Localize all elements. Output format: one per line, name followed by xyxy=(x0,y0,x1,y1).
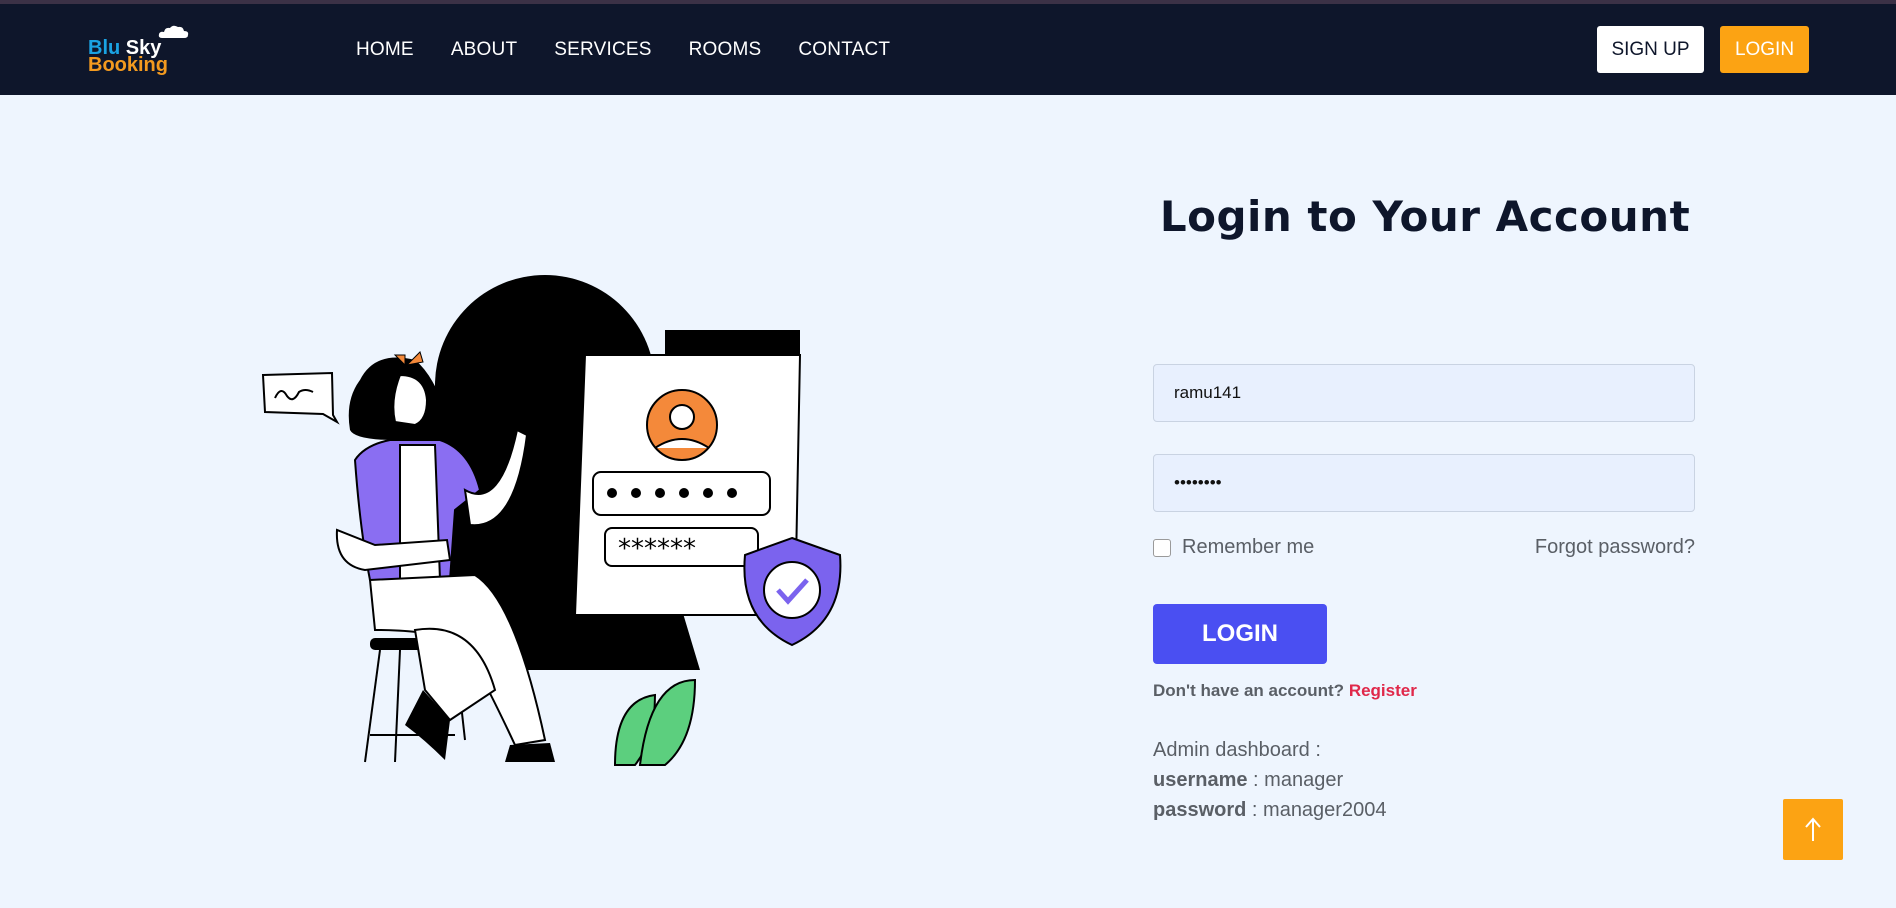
nav-services[interactable]: SERVICES xyxy=(554,39,651,61)
user-avatar-icon xyxy=(646,389,718,461)
nav-contact[interactable]: CONTACT xyxy=(798,39,890,61)
login-button[interactable]: LOGIN xyxy=(1153,604,1327,664)
header-login-button[interactable]: LOGIN xyxy=(1720,26,1809,73)
signup-button[interactable]: SIGN UP xyxy=(1597,26,1704,73)
username-field[interactable] xyxy=(1153,364,1695,422)
forgot-password-link[interactable]: Forgot password? xyxy=(1535,536,1695,559)
admin-username-row: username : manager xyxy=(1153,769,1344,791)
brand-line-2: Booking xyxy=(88,54,168,76)
illus-asterisks: ****** xyxy=(618,534,696,564)
password-field[interactable] xyxy=(1153,454,1695,512)
nav-rooms[interactable]: ROOMS xyxy=(689,39,762,61)
main-nav: HOME ABOUT SERVICES ROOMS CONTACT xyxy=(356,4,927,95)
page-title: Login to Your Account xyxy=(1159,192,1691,241)
admin-heading: Admin dashboard : xyxy=(1153,739,1321,761)
card-back xyxy=(665,330,800,355)
register-link[interactable]: Register xyxy=(1349,681,1417,700)
cloud-icon xyxy=(158,25,189,38)
no-account-text: Don't have an account? xyxy=(1153,681,1345,700)
nav-home[interactable]: HOME xyxy=(356,39,414,61)
navbar: Blu Sky Booking HOME ABOUT SERVICES ROOM… xyxy=(0,4,1896,95)
speech-bubble xyxy=(261,371,340,425)
brand-logo[interactable]: Blu Sky Booking xyxy=(88,24,198,84)
arrow-up-icon xyxy=(1805,816,1821,841)
nav-about[interactable]: ABOUT xyxy=(451,39,517,61)
scroll-to-top-button[interactable] xyxy=(1783,799,1843,860)
login-illustration: ****** xyxy=(261,275,842,766)
remember-label: Remember me xyxy=(1182,536,1315,558)
shield-check-icon xyxy=(743,536,842,647)
remember-checkbox[interactable] xyxy=(1153,538,1171,557)
plant xyxy=(613,678,697,766)
admin-password-row: password : manager2004 xyxy=(1153,799,1387,821)
remember-me: Remember me xyxy=(1153,536,1314,559)
admin-credentials: Admin dashboard : username : manager pas… xyxy=(1153,735,1386,825)
register-prompt: Don't have an account? Register xyxy=(1153,681,1417,701)
